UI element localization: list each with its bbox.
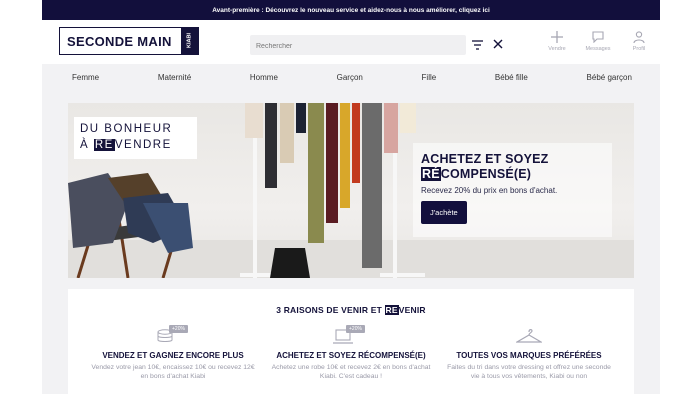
reason-buy: +20% ACHETEZ ET SOYEZ RÉCOMPENSÉ(E) Ache… bbox=[266, 325, 436, 381]
announcement-bar[interactable]: Avant-première : Découvrez le nouveau se… bbox=[42, 0, 660, 20]
nav-item-bebe-garcon[interactable]: Bébé garçon bbox=[587, 73, 632, 82]
hero-banner[interactable]: DU BONHEUR À REVENDRE ACHETEZ ET SOYEZ R… bbox=[68, 103, 634, 278]
tagline-re-highlight: RE bbox=[93, 139, 115, 151]
nav-item-garcon[interactable]: Garçon bbox=[337, 73, 363, 82]
reason-sell-text: Vendez votre jean 10€, encaissez 10€ ou … bbox=[91, 364, 255, 380]
nav-item-femme[interactable]: Femme bbox=[72, 73, 99, 82]
user-icon bbox=[633, 31, 645, 43]
reason-brands-icon-wrap bbox=[444, 325, 614, 345]
nav-item-maternite[interactable]: Maternité bbox=[158, 73, 191, 82]
logo-text: SECONDE MAIN bbox=[67, 33, 172, 49]
close-icon[interactable] bbox=[492, 38, 504, 50]
logo[interactable]: SECONDE MAIN KIABI bbox=[59, 27, 199, 55]
promo-title: ACHETEZ ET SOYEZ RÉCOMPENSÉ(E) bbox=[421, 152, 604, 182]
reasons-title-prefix: 3 RAISONS DE VENIR ET bbox=[276, 305, 385, 315]
nav-item-homme[interactable]: Homme bbox=[250, 73, 278, 82]
reason-sell-badge: +20% bbox=[169, 325, 188, 333]
reason-brands: TOUTES VOS MARQUES PRÉFÉRÉES Faites du t… bbox=[444, 325, 614, 381]
promo-re-highlight: RÉ bbox=[421, 167, 441, 181]
category-nav: Femme Maternité Homme Garçon Fille Bébé … bbox=[42, 64, 660, 91]
hero-tagline: DU BONHEUR À REVENDRE bbox=[74, 117, 197, 159]
profile-button[interactable]: Profil bbox=[623, 31, 655, 52]
clothes-rack-image bbox=[240, 103, 425, 278]
nav-item-bebe-fille[interactable]: Bébé fille bbox=[495, 73, 528, 82]
header: SECONDE MAIN KIABI Vendre Message bbox=[42, 20, 660, 64]
reason-buy-title: ACHETEZ ET SOYEZ RÉCOMPENSÉ(E) bbox=[276, 351, 426, 360]
reason-sell-title: VENDEZ ET GAGNEZ ENCORE PLUS bbox=[102, 351, 244, 360]
reason-buy-text: Achetez une robe 10€ et recevez 2€ en bo… bbox=[271, 364, 431, 380]
promo-title-line-2: RÉCOMPENSÉ(E) bbox=[421, 167, 604, 182]
announcement-text[interactable]: Avant-première : Découvrez le nouveau se… bbox=[212, 7, 490, 14]
buy-button[interactable]: J'achète bbox=[421, 201, 467, 224]
messages-label: Messages bbox=[585, 46, 611, 52]
page: Avant-première : Découvrez le nouveau se… bbox=[0, 0, 700, 394]
reason-brands-title: TOUTES VOS MARQUES PRÉFÉRÉES bbox=[456, 351, 602, 360]
reason-brands-text: Faites du tri dans votre dressing et off… bbox=[447, 364, 611, 380]
hanger-icon bbox=[516, 329, 542, 343]
messages-button[interactable]: Messages bbox=[582, 31, 614, 52]
reason-sell: +20% VENDEZ ET GAGNEZ ENCORE PLUS Vendez… bbox=[88, 325, 258, 381]
tagline-suffix: VENDRE bbox=[114, 139, 172, 151]
tagline-prefix: À bbox=[80, 139, 94, 151]
promo-title-line-1: ACHETEZ ET SOYEZ bbox=[421, 152, 549, 166]
chair-with-clothes-image bbox=[68, 173, 193, 278]
message-icon bbox=[592, 31, 604, 43]
reasons-section: 3 RAISONS DE VENIR ET REVENIR +20% VENDE… bbox=[68, 289, 634, 394]
reason-sell-icon-wrap: +20% bbox=[88, 325, 258, 345]
sell-button[interactable]: Vendre bbox=[541, 31, 573, 52]
sell-label: Vendre bbox=[548, 46, 566, 52]
reasons-title-suffix: VENIR bbox=[398, 305, 426, 315]
reasons-title: 3 RAISONS DE VENIR ET REVENIR bbox=[68, 305, 634, 315]
filter-icon[interactable] bbox=[472, 39, 483, 51]
search-input[interactable] bbox=[250, 36, 466, 57]
plus-icon bbox=[551, 31, 563, 43]
tagline-line-1: DU BONHEUR bbox=[80, 123, 173, 135]
profile-label: Profil bbox=[632, 46, 646, 52]
tagline-line-2: À REVENDRE bbox=[80, 137, 191, 153]
logo-brand: KIABI bbox=[181, 28, 198, 54]
nav-item-fille[interactable]: Fille bbox=[422, 73, 437, 82]
promo-subtitle: Recevez 20% du prix en bons d'achat. bbox=[421, 186, 558, 195]
promo-title-rest: COMPENSÉ(E) bbox=[440, 167, 532, 181]
reasons-re-highlight: RE bbox=[384, 305, 399, 315]
promo-card: ACHETEZ ET SOYEZ RÉCOMPENSÉ(E) Recevez 2… bbox=[413, 143, 612, 237]
search-bar[interactable] bbox=[250, 35, 466, 57]
reason-buy-badge: +20% bbox=[346, 325, 365, 333]
reason-buy-icon-wrap: +20% bbox=[266, 325, 436, 345]
